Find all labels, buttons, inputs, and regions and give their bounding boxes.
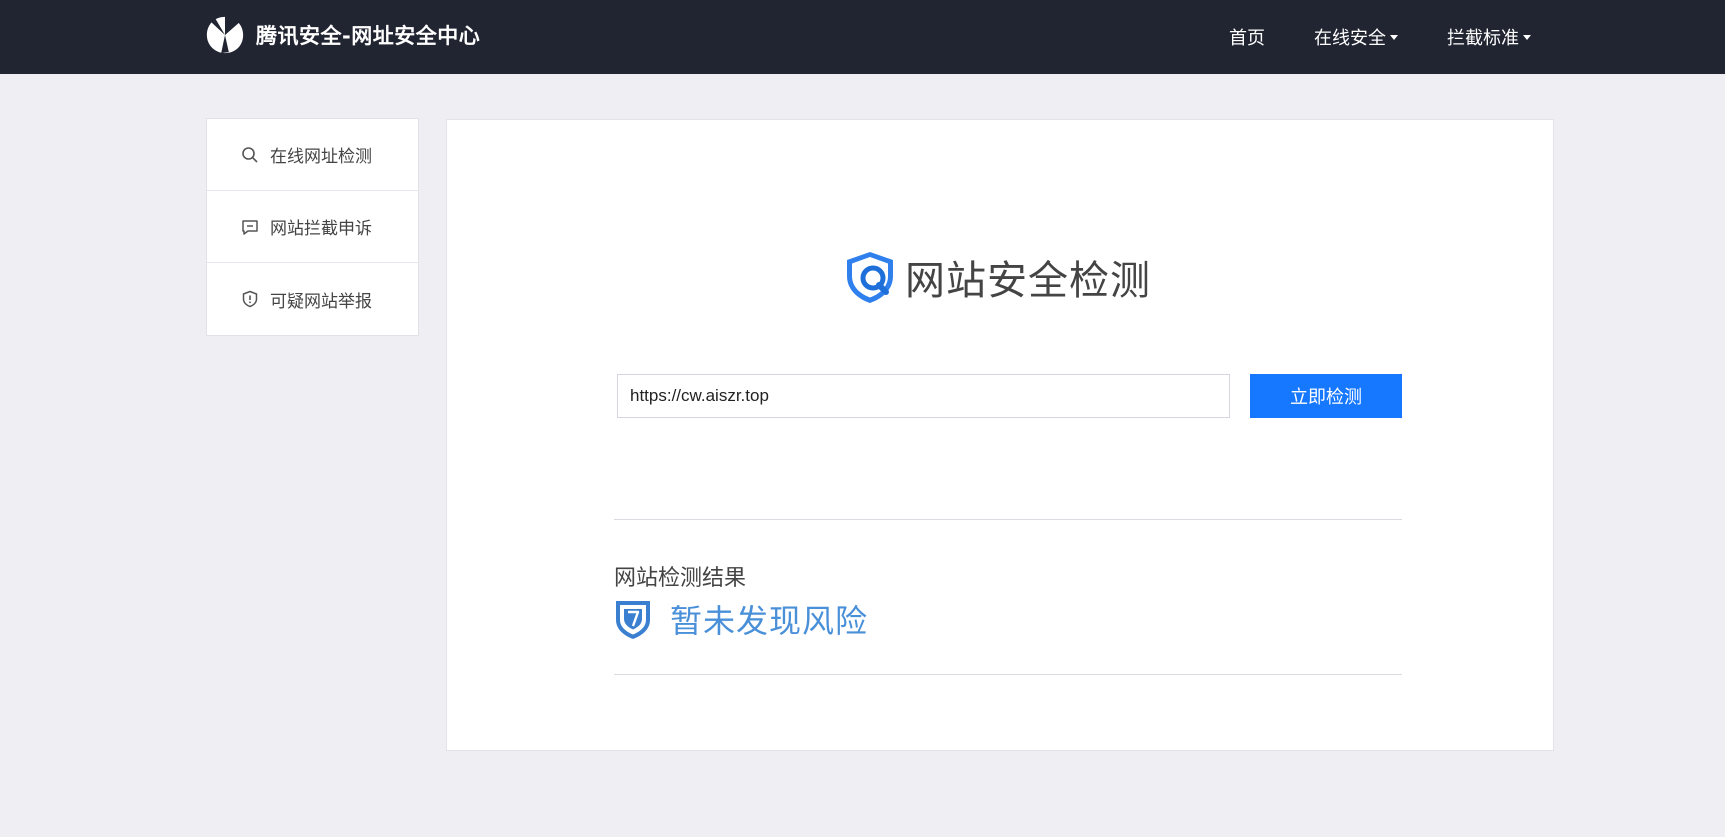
top-navbar: 腾讯安全-网址安全中心 首页 在线安全 拦截标准 [0, 0, 1725, 74]
shield-search-icon [847, 252, 893, 303]
page-title: 网站安全检测 [905, 258, 1151, 304]
nav-home[interactable]: 首页 [1229, 24, 1265, 50]
brand-title: 腾讯安全-网址安全中心 [256, 24, 481, 48]
sidebar-item-report[interactable]: 可疑网站举报 [207, 263, 418, 335]
sidebar-item-label: 可疑网站举报 [270, 291, 372, 312]
chevron-down-icon [1390, 34, 1398, 40]
url-input[interactable] [617, 374, 1230, 418]
nav-block-standards-label: 拦截标准 [1447, 28, 1519, 49]
result-status-text: 暂未发现风险 [670, 602, 869, 640]
divider [614, 674, 1402, 675]
sidebar-item-label: 在线网址检测 [270, 147, 372, 167]
tencent-security-logo-icon [206, 16, 244, 54]
comment-icon [242, 219, 258, 235]
shield-alert-icon [242, 290, 258, 308]
result-label: 网站检测结果 [614, 566, 747, 591]
sidebar-item-appeal[interactable]: 网站拦截申诉 [207, 191, 418, 263]
shield-safe-icon [616, 601, 650, 639]
nav-block-standards[interactable]: 拦截标准 [1447, 24, 1531, 50]
chevron-down-icon [1523, 34, 1531, 40]
nav-online-security[interactable]: 在线安全 [1314, 24, 1398, 50]
nav-online-security-label: 在线安全 [1314, 28, 1386, 49]
result-status: 暂未发现风险 [614, 596, 868, 642]
check-now-button[interactable]: 立即检测 [1250, 374, 1402, 418]
search-icon [242, 146, 258, 163]
brand-logo-link[interactable]: 腾讯安全-网址安全中心 [204, 13, 480, 57]
page-heading: 网站安全检测 [841, 248, 1151, 306]
divider [614, 519, 1402, 520]
sidebar-item-label: 网站拦截申诉 [270, 219, 372, 239]
sidebar-item-url-check[interactable]: 在线网址检测 [207, 119, 418, 191]
sidebar: 在线网址检测 网站拦截申诉 可疑网站举报 [206, 118, 419, 336]
main-panel: 网站安全检测 立即检测 网站检测结果 暂未发现风险 [446, 119, 1554, 751]
